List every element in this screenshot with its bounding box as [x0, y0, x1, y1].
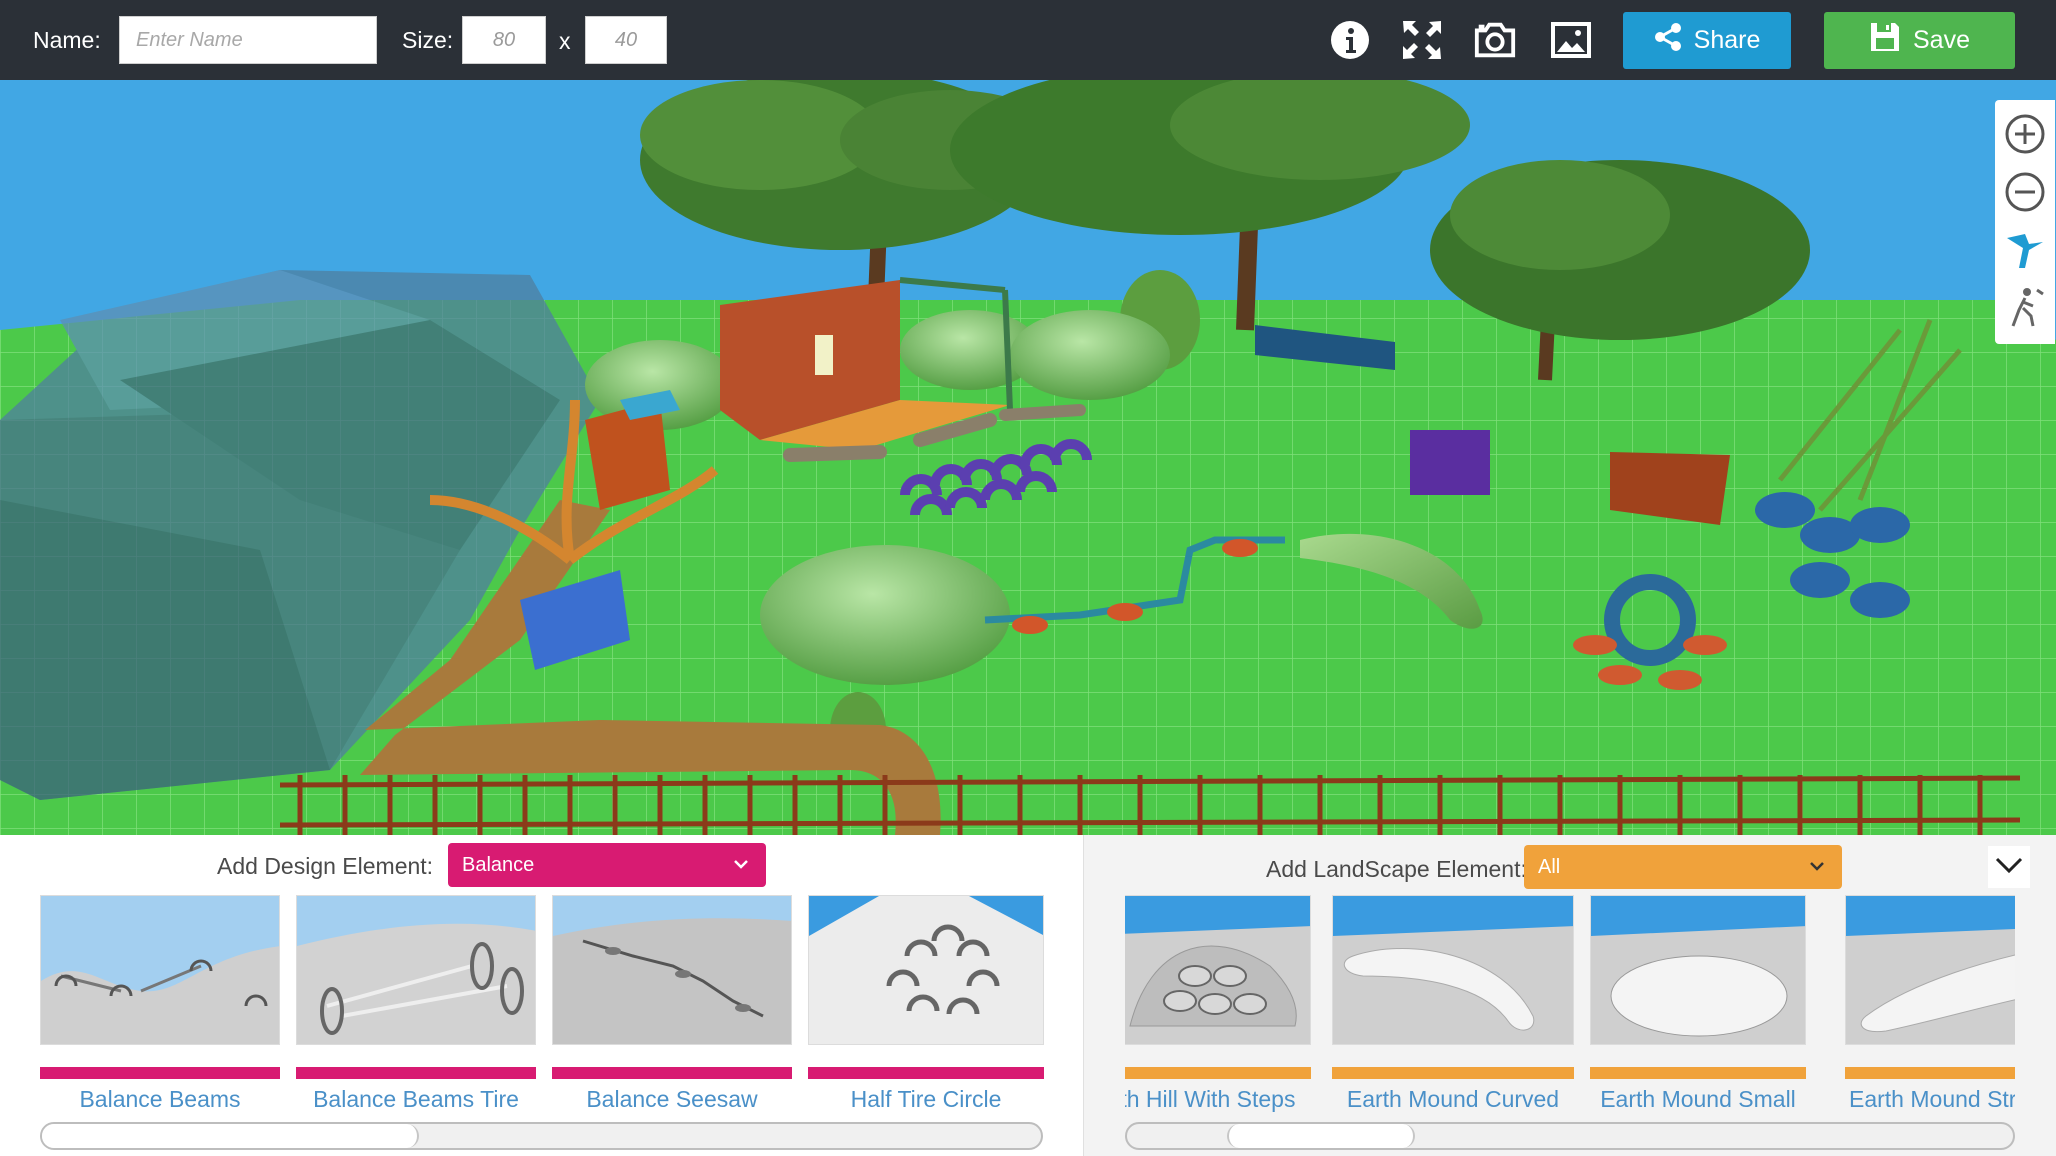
half-tire-circle-accent: [808, 1067, 1044, 1079]
design-item-balance-seesaw[interactable]: Balance Seesaw: [552, 895, 792, 1115]
earth-mound-curved-accent: [1332, 1067, 1574, 1079]
top-toolbar: Name: Size: x Share Save: [0, 0, 2056, 80]
landscape-item-earth-mound-straight[interactable]: Earth Mound Straight: [1845, 895, 2015, 1115]
fullscreen-icon[interactable]: [1400, 18, 1444, 62]
name-label: Name:: [33, 27, 101, 53]
share-icon: [1654, 22, 1682, 59]
landscape-scrollbar[interactable]: [1125, 1122, 2015, 1150]
earth-hill-accent: [1125, 1067, 1311, 1079]
earth-mound-small-thumbnail: [1590, 895, 1806, 1045]
earth-mound-curved-thumbnail: [1332, 895, 1574, 1045]
landscape-element-label: Add LandScape Element:: [1266, 856, 1527, 882]
balance-beams-thumbnail: [40, 895, 280, 1045]
balance-beams-accent: [40, 1067, 280, 1079]
earth-hill-label: Earth Hill With Steps: [1125, 1086, 1296, 1112]
design-scrollbar-thumb[interactable]: [42, 1124, 419, 1148]
zoom-out-icon[interactable]: [2001, 166, 2049, 218]
balance-seesaw-accent: [552, 1067, 792, 1079]
balance-beams-tire-accent: [296, 1067, 536, 1079]
landscape-item-earth-mound-curved[interactable]: Earth Mound Curved: [1332, 895, 1574, 1115]
landscape-item-earth-hill-with-steps[interactable]: Earth Hill With Steps: [1125, 895, 1311, 1115]
balance-beams-tire-label: Balance Beams Tire: [313, 1086, 519, 1112]
earth-mound-straight-thumbnail: [1845, 895, 2015, 1045]
earth-hill-thumbnail: [1125, 895, 1311, 1045]
width-input[interactable]: [462, 16, 546, 64]
design-item-balance-beams-tire[interactable]: Balance Beams Tire: [296, 895, 536, 1115]
landscape-item-earth-mound-small[interactable]: Earth Mound Small: [1590, 895, 1806, 1115]
design-category-select[interactable]: Balance: [448, 843, 766, 887]
design-item-half-tire-circle[interactable]: Half Tire Circle: [808, 895, 1044, 1115]
mound-back-right: [1010, 310, 1170, 400]
chevron-down-icon: [732, 855, 750, 879]
earth-mound-small-label: Earth Mound Small: [1600, 1086, 1796, 1112]
chevron-down-icon: [1808, 857, 1826, 881]
landscape-scrollbar-thumb[interactable]: [1227, 1124, 1415, 1148]
balance-beams-tire-thumbnail: [296, 895, 536, 1045]
landscape-category-value: All: [1538, 855, 1561, 878]
balance-seesaw-label: Balance Seesaw: [586, 1086, 758, 1112]
share-button[interactable]: Share: [1623, 12, 1791, 69]
fly-view-icon[interactable]: [2001, 224, 2049, 276]
balance-seesaw-thumbnail: [552, 895, 792, 1045]
collapse-panel-button[interactable]: [1988, 846, 2030, 888]
landscape-category-select[interactable]: All: [1524, 845, 1842, 889]
walk-view-icon[interactable]: [2001, 282, 2049, 334]
3d-viewport[interactable]: [0, 80, 2056, 835]
design-item-balance-beams[interactable]: Balance Beams: [40, 895, 280, 1115]
view-tools: [1995, 100, 2055, 344]
info-icon[interactable]: [1328, 18, 1372, 62]
image-icon[interactable]: [1549, 18, 1593, 62]
chevron-down-icon: [1994, 855, 2024, 880]
earth-mound-curved-label: Earth Mound Curved: [1346, 1086, 1560, 1112]
height-input[interactable]: [585, 16, 667, 64]
mound-front: [760, 545, 1010, 685]
share-label: Share: [1693, 26, 1761, 54]
design-element-label: Add Design Element:: [217, 853, 434, 879]
design-scrollbar[interactable]: [40, 1122, 1043, 1150]
camera-icon[interactable]: [1473, 18, 1517, 62]
save-button[interactable]: Save: [1824, 12, 2015, 69]
design-category-value: Balance: [462, 853, 535, 876]
half-tire-circle-label: Half Tire Circle: [850, 1086, 1002, 1112]
save-label: Save: [1913, 26, 1970, 54]
zoom-in-icon[interactable]: [2001, 108, 2049, 160]
name-input[interactable]: [119, 16, 377, 64]
train-play-unit: [1410, 430, 1490, 495]
earth-mound-straight-accent: [1845, 1067, 2015, 1079]
floppy-disk-icon: [1869, 21, 1901, 60]
half-tire-circle-thumbnail: [808, 895, 1044, 1045]
landscape-carousel: Earth Hill With Steps Earth Mound Curved…: [1125, 895, 2015, 1115]
earth-mound-straight-label: Earth Mound Straight: [1849, 1086, 2015, 1112]
size-label: Size:: [402, 27, 454, 53]
earth-mound-small-accent: [1590, 1067, 1806, 1079]
times-symbol: x: [559, 28, 571, 54]
balance-beams-label: Balance Beams: [79, 1086, 241, 1112]
